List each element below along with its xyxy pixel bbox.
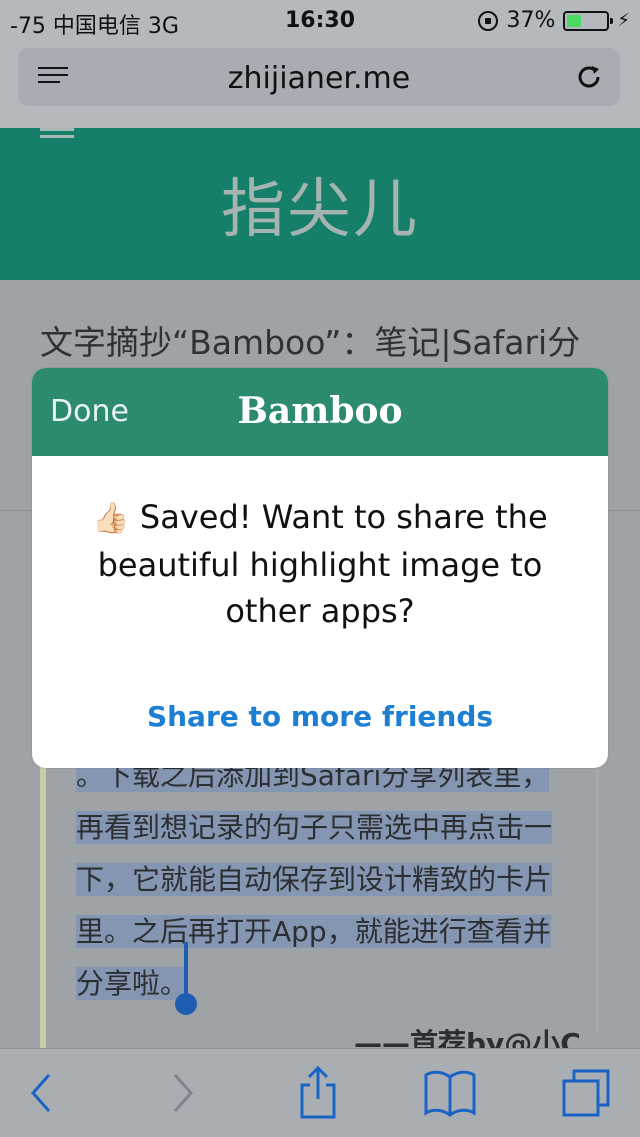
bamboo-modal: Done Bamboo 👍🏻 Saved! Want to share the … bbox=[32, 368, 608, 768]
back-icon[interactable] bbox=[12, 1067, 72, 1119]
site-menu-icon[interactable] bbox=[40, 128, 74, 144]
battery-percent: 37% bbox=[506, 8, 556, 33]
site-header: 指尖儿 bbox=[0, 128, 640, 280]
charging-bolt-icon: ⚡ bbox=[617, 10, 630, 31]
reload-icon[interactable] bbox=[574, 62, 604, 92]
battery-fill bbox=[567, 14, 582, 27]
browser-chrome: zhijianer.me bbox=[0, 40, 640, 128]
modal-title: Bamboo bbox=[237, 390, 403, 432]
quote-accent-bar bbox=[40, 760, 46, 1050]
quote-line[interactable]: 里。之后再打开App，就能进行查看并 bbox=[76, 915, 551, 948]
battery-icon bbox=[563, 10, 614, 31]
address-bar[interactable]: zhijianer.me bbox=[18, 48, 620, 106]
bookmarks-icon[interactable] bbox=[420, 1067, 480, 1119]
modal-header: Done Bamboo bbox=[32, 368, 608, 456]
browser-toolbar bbox=[0, 1048, 640, 1137]
quote-text[interactable]: 。下载之后添加到Safari分享列表里， 再看到想记录的句子只需选中再点击一 下… bbox=[76, 750, 576, 1010]
url-text[interactable]: zhijianer.me bbox=[18, 61, 620, 96]
modal-message-text: Saved! Want to share the beautiful highl… bbox=[97, 498, 548, 630]
forward-icon[interactable] bbox=[152, 1067, 212, 1119]
share-more-friends-button[interactable]: Share to more friends bbox=[32, 700, 608, 733]
status-bar: -75 中国电信 3G 16:30 37% ⚡ bbox=[0, 0, 640, 40]
modal-message: 👍🏻 Saved! Want to share the beautiful hi… bbox=[72, 494, 568, 634]
quote-frame-edge bbox=[596, 750, 598, 1030]
tabs-icon[interactable] bbox=[556, 1067, 616, 1119]
share-icon[interactable] bbox=[288, 1065, 348, 1119]
quote-line[interactable]: 再看到想记录的句子只需选中再点击一 bbox=[76, 811, 553, 844]
quote-line[interactable]: 下，它就能自动保存到设计精致的卡片 bbox=[76, 863, 553, 896]
rotation-lock-icon bbox=[478, 10, 499, 31]
site-title[interactable]: 指尖儿 bbox=[0, 158, 640, 250]
article-title[interactable]: 文字摘抄“Bamboo”：笔记|Safari分 bbox=[40, 316, 580, 364]
status-right: 37% ⚡ bbox=[478, 8, 630, 33]
thumbs-up-icon: 👍🏻 bbox=[92, 501, 130, 536]
quote-line[interactable]: 分享啦。 bbox=[76, 967, 189, 1000]
selection-handle-knob[interactable] bbox=[175, 993, 197, 1015]
